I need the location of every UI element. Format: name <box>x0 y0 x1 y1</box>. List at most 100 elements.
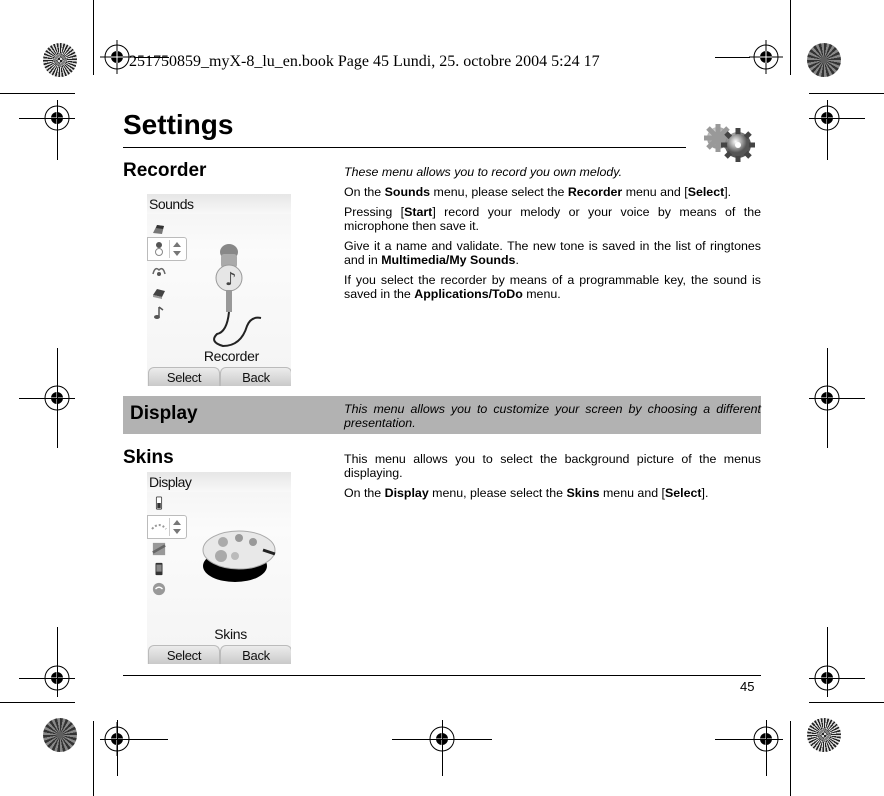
text-run: menu, please select the <box>428 486 567 500</box>
scroll-arrows <box>169 518 184 536</box>
up-down-arrows-icon <box>173 520 181 534</box>
text-run: Pressing [ <box>344 205 405 219</box>
crop-line <box>57 100 58 160</box>
skins-body: This menu allows you to select the backg… <box>344 452 761 506</box>
color-bar-star-icon <box>43 43 77 77</box>
crop-line <box>809 702 884 703</box>
crop-line <box>827 100 828 160</box>
bold-term: Recorder <box>567 185 623 199</box>
page-number: 45 <box>740 679 755 694</box>
keypad-tones-icon <box>153 289 165 299</box>
crop-line <box>790 721 791 796</box>
microphone-icon: ♪ <box>213 244 262 348</box>
registration-mark-icon <box>749 40 783 74</box>
crop-line <box>827 627 828 697</box>
text-run: menu. <box>522 287 561 301</box>
recorder-icon <box>155 242 163 256</box>
greeting-icon <box>152 582 166 596</box>
text-run: . <box>515 253 519 267</box>
color-bar-star-icon <box>807 43 841 77</box>
text-run: On the <box>344 486 385 500</box>
recorder-body: These menu allows you to record you own … <box>344 165 761 307</box>
recorder-paragraph: On the Sounds menu, please select the Re… <box>344 185 761 199</box>
melody-icon <box>154 306 164 319</box>
recorder-paragraph: Give it a name and validate. The new ton… <box>344 239 761 267</box>
volume-icon <box>152 267 166 276</box>
softkey-select: Select <box>148 645 220 664</box>
crop-line <box>19 398 75 399</box>
crop-line <box>715 739 783 740</box>
color-bar-star-icon <box>43 718 77 752</box>
crop-line <box>93 0 94 75</box>
bold-term: Display <box>384 486 429 500</box>
text-run: These menu allows you to record you own … <box>344 165 623 179</box>
phone-item-label: Recorder <box>203 348 259 364</box>
bold-term: Select <box>687 185 725 199</box>
phone-screenshot-recorder: Sounds ♪ Recorder Select Back <box>147 194 291 386</box>
page-title: Settings <box>123 109 234 140</box>
crop-line <box>57 348 58 448</box>
wallpaper-icon <box>152 542 166 556</box>
crop-line <box>790 0 791 75</box>
text-run: ]. <box>724 185 732 199</box>
display-description: This menu allows you to customize your s… <box>344 402 761 430</box>
crop-line <box>766 720 767 776</box>
crop-line <box>827 348 828 448</box>
softkey-back: Back <box>220 645 291 664</box>
recorder-paragraph: Pressing [Start] record your melody or y… <box>344 205 761 233</box>
bold-term: Applications/ToDo <box>414 287 523 301</box>
recorder-paragraph: These menu allows you to record you own … <box>344 165 761 179</box>
bold-term: Start <box>404 205 433 219</box>
ringtone-icon <box>153 225 164 234</box>
text-run: ]. <box>701 486 709 500</box>
battery-icon <box>155 496 163 510</box>
recorder-paragraph: If you select the recorder by means of a… <box>344 273 761 301</box>
text-run: menu and [ <box>622 185 688 199</box>
footer-rule <box>123 675 761 676</box>
phone-selected-item <box>147 515 187 539</box>
crop-line <box>809 398 865 399</box>
crop-line <box>93 721 94 796</box>
softkey-back: Back <box>220 367 291 386</box>
phone-item-label: Skins <box>214 626 247 642</box>
softkey-select: Select <box>148 367 220 386</box>
svg-text:♪: ♪ <box>225 269 237 290</box>
text-run: menu, please select the <box>430 185 568 199</box>
bold-term: Skins <box>566 486 600 500</box>
screensaver-icon <box>155 562 163 576</box>
bold-term: Sounds <box>384 185 431 199</box>
crop-line <box>0 702 75 703</box>
crop-line <box>715 57 750 58</box>
color-bar-star-icon <box>807 718 841 752</box>
scroll-arrows <box>169 240 184 258</box>
phone-screenshot-skins: Display Skins Select Back <box>147 472 291 664</box>
text-run: menu and [ <box>599 486 665 500</box>
title-rule <box>123 147 686 148</box>
crop-line <box>809 118 865 119</box>
crop-line <box>809 93 884 94</box>
section-title-display: Display <box>130 403 198 424</box>
bold-term: Select <box>665 486 702 500</box>
crop-line <box>442 720 443 776</box>
crop-line <box>809 678 865 679</box>
print-header: 251750859_myX-8_lu_en.book Page 45 Lundi… <box>129 53 600 70</box>
section-title-recorder: Recorder <box>123 160 207 181</box>
skins-icon <box>151 524 167 530</box>
skins-paragraph: On the Display menu, please select the S… <box>344 486 761 500</box>
crop-line <box>100 739 168 740</box>
crop-line <box>117 720 118 776</box>
gears-icon <box>704 124 755 162</box>
up-down-arrows-icon <box>173 242 181 256</box>
text-run: This menu allows you to select the backg… <box>344 452 761 480</box>
phone-screen-title: Sounds <box>149 196 194 212</box>
crop-line <box>19 118 75 119</box>
crop-line <box>0 93 75 94</box>
phone-selected-item <box>147 237 187 261</box>
phone-screen-title: Display <box>149 474 192 490</box>
palette-icon <box>202 530 276 582</box>
crop-line <box>19 678 75 679</box>
skins-paragraph: This menu allows you to select the backg… <box>344 452 761 480</box>
crop-line <box>57 627 58 697</box>
text-run: On the <box>344 185 385 199</box>
bold-term: Multimedia/My Sounds <box>381 253 516 267</box>
